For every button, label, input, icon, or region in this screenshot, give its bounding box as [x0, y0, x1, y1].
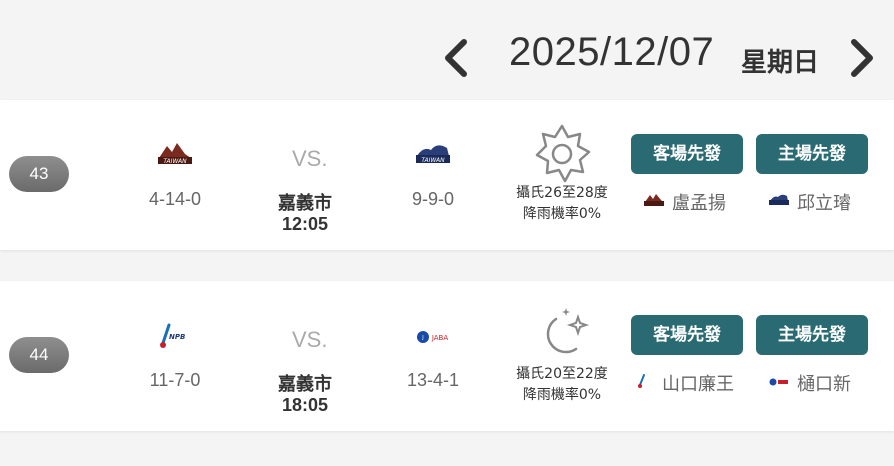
weather-temperature: 攝氏20至22度	[516, 366, 608, 382]
home-record: 13-4-1	[406, 370, 460, 390]
home-pitcher-name[interactable]: 邱立璿	[797, 189, 851, 215]
home-starter-button[interactable]: 主場先發	[756, 315, 868, 355]
sun-icon	[532, 124, 592, 184]
away-pitcher-name[interactable]: 盧孟揚	[672, 189, 726, 215]
away-starter-button[interactable]: 客場先發	[631, 134, 743, 174]
prev-date-button[interactable]	[440, 36, 470, 80]
vs-label: VS.	[292, 146, 328, 171]
taiwan-team-logo-icon: TAIWAN	[155, 140, 195, 170]
weather-rain-chance: 降雨機率0%	[522, 387, 602, 403]
weather-rain-chance: 降雨機率0%	[522, 206, 602, 222]
away-record: 4-14-0	[148, 189, 202, 209]
game-card[interactable]: 44 NPB 11-7-0 VS. 嘉義市 18:05 J JABA 13-4-…	[0, 281, 894, 431]
weather-temperature: 攝氏26至28度	[516, 185, 608, 201]
chevron-left-icon	[445, 39, 467, 77]
moon-stars-icon	[532, 305, 592, 365]
jaba-logo-icon: J JABA	[413, 321, 453, 351]
game-card[interactable]: 43 TAIWAN 4-14-0 VS. 嘉義市 12:05 TAIWAN 9-…	[0, 100, 894, 250]
svg-text:TAIWAN: TAIWAN	[163, 158, 187, 165]
taiwan-team-logo-icon: TAIWAN	[413, 140, 453, 170]
game-time: 12:05	[281, 214, 329, 234]
game-time: 18:05	[281, 395, 329, 415]
npb-logo-icon	[635, 373, 657, 389]
weekday: 星期日	[741, 48, 820, 78]
venue: 嘉義市	[278, 374, 332, 395]
away-starter-button[interactable]: 客場先發	[631, 315, 743, 355]
svg-text:JABA: JABA	[431, 334, 449, 342]
home-pitcher-name[interactable]: 樋口新	[797, 370, 851, 396]
svg-text:TAIWAN: TAIWAN	[421, 157, 445, 164]
game-number-badge: 43	[9, 156, 69, 192]
game-number-badge: 44	[9, 337, 69, 373]
svg-text:NPB: NPB	[169, 333, 185, 341]
current-date: 2025/12/07	[509, 30, 715, 74]
date-navigation: 2025/12/07 星期日	[0, 0, 894, 100]
svg-text:J: J	[421, 335, 423, 341]
chevron-right-icon	[851, 39, 873, 77]
home-starter-button[interactable]: 主場先發	[756, 134, 868, 174]
jaba-logo-icon	[768, 373, 790, 389]
home-record: 9-9-0	[411, 189, 455, 209]
taiwan-team-logo-icon	[643, 192, 665, 208]
venue: 嘉義市	[278, 193, 332, 214]
vs-label: VS.	[292, 327, 328, 352]
npb-logo-icon: NPB	[155, 321, 195, 351]
away-record: 11-7-0	[149, 370, 201, 390]
taiwan-team-logo-icon	[768, 192, 790, 208]
next-date-button[interactable]	[848, 36, 878, 80]
away-pitcher-name[interactable]: 山口廉王	[662, 370, 734, 396]
